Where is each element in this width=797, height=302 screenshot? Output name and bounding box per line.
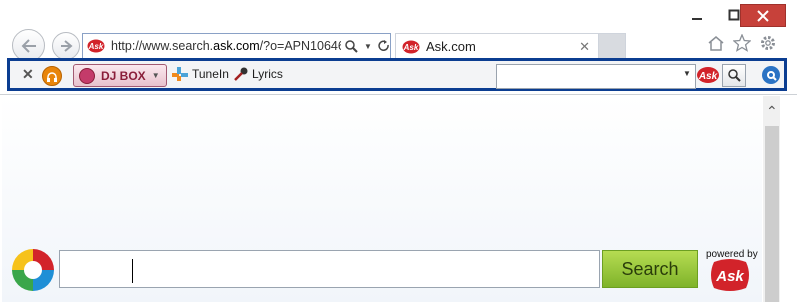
- minimize-button[interactable]: [674, 2, 720, 28]
- ask-favicon: Ask: [87, 39, 105, 53]
- search-icon: [727, 69, 741, 82]
- svg-text:Ask: Ask: [715, 268, 744, 285]
- svg-text:Ask: Ask: [403, 43, 419, 52]
- forward-button[interactable]: [52, 32, 80, 60]
- star-icon: [733, 34, 751, 52]
- dj-box-label: DJ BOX: [101, 68, 146, 83]
- tab-title: Ask.com: [426, 39, 476, 54]
- forward-icon: [61, 40, 73, 52]
- svg-text:Ask: Ask: [697, 71, 717, 82]
- favorites-button[interactable]: [732, 33, 752, 53]
- back-icon: [21, 38, 36, 53]
- search-button[interactable]: Search: [602, 250, 698, 288]
- scroll-up-icon[interactable]: ⌃: [766, 103, 778, 120]
- tab-ask[interactable]: Ask Ask.com ✕: [395, 33, 599, 59]
- maximize-icon: [728, 9, 740, 21]
- minimize-icon: [692, 18, 702, 20]
- headphones-icon: [47, 71, 57, 82]
- toolbar-search-input[interactable]: [496, 64, 696, 89]
- search-input[interactable]: [59, 250, 600, 288]
- dj-box-button[interactable]: DJ BOX ▼: [73, 64, 167, 87]
- refresh-icon[interactable]: [378, 40, 390, 52]
- gear-icon: [761, 36, 775, 50]
- chevron-down-icon[interactable]: ▼: [683, 69, 691, 78]
- headphones-button[interactable]: [42, 66, 62, 86]
- disc-icon: [79, 67, 95, 84]
- lyrics-button[interactable]: Lyrics: [234, 67, 283, 81]
- new-tab-button[interactable]: [598, 33, 626, 59]
- tab-close-icon[interactable]: ✕: [579, 39, 590, 55]
- tunein-button[interactable]: TuneIn: [172, 67, 229, 81]
- ask-logo: Ask: [711, 259, 749, 291]
- settings-button[interactable]: [758, 33, 778, 53]
- ask-search-engine-button[interactable]: Ask: [695, 64, 720, 85]
- chevron-down-icon: ▼: [151, 71, 160, 80]
- svg-text:Ask: Ask: [88, 42, 104, 51]
- microphone-icon: [234, 67, 248, 81]
- address-bar[interactable]: Ask http://www.search.ask.com/?o=APN1064…: [82, 33, 391, 59]
- help-button[interactable]: [762, 66, 780, 84]
- toolbar-close-icon[interactable]: ✕: [22, 66, 34, 83]
- lyrics-label: Lyrics: [252, 67, 283, 81]
- help-icon: [767, 71, 777, 81]
- search-icon[interactable]: [345, 39, 358, 53]
- search-dropdown-icon[interactable]: ▼: [364, 42, 372, 51]
- ask-favicon: Ask: [402, 40, 420, 53]
- tunein-label: TuneIn: [192, 67, 229, 81]
- close-button[interactable]: [740, 4, 786, 27]
- home-icon: [708, 36, 724, 51]
- toolbar-search-button[interactable]: [722, 64, 746, 87]
- toolbar-divider: [0, 94, 797, 95]
- home-button[interactable]: [706, 33, 726, 53]
- tunein-icon: [172, 67, 188, 81]
- ask-apps-logo: [12, 249, 54, 291]
- text-caret: [132, 259, 133, 283]
- ask-logo-icon: Ask: [696, 66, 719, 83]
- close-icon: [757, 9, 769, 22]
- address-text: http://www.search.ask.com/?o=APN10646/: [111, 39, 341, 53]
- scrollbar-thumb[interactable]: [765, 126, 779, 302]
